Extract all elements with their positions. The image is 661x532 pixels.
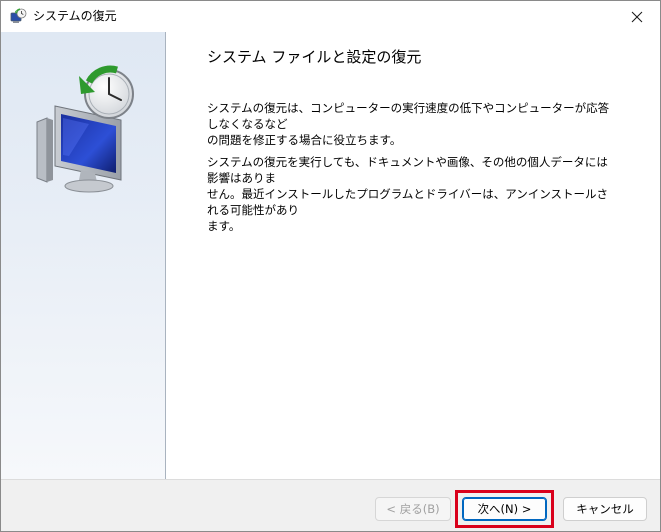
content-area: システム ファイルと設定の復元 システムの復元は、コンピューターの実行速度の低下… [167,32,660,479]
next-button[interactable]: 次へ(N) > [462,497,547,521]
description-paragraph-2: システムの復元を実行しても、ドキュメントや画像、その他の個人データには影響はあり… [207,155,609,233]
window-title: システムの復元 [33,9,117,23]
page-title: システム ファイルと設定の復元 [207,48,422,66]
system-restore-window: システムの復元 システム ファイルと設定の復元 システムの復元は、コンピューター… [0,0,661,532]
description-paragraph-1: システムの復元は、コンピューターの実行速度の低下やコンピューターが応答しなくなる… [207,101,610,147]
cancel-button[interactable]: キャンセル [563,497,647,521]
button-bar: < 戻る(B) 次へ(N) > キャンセル [1,479,660,531]
title-bar: システムの復元 [1,1,660,32]
close-icon [631,11,643,22]
side-graphic-panel [1,32,166,479]
back-button[interactable]: < 戻る(B) [375,497,451,521]
close-button[interactable] [614,1,660,32]
system-restore-computer-clock-icon [36,65,134,193]
system-restore-icon [10,8,27,25]
